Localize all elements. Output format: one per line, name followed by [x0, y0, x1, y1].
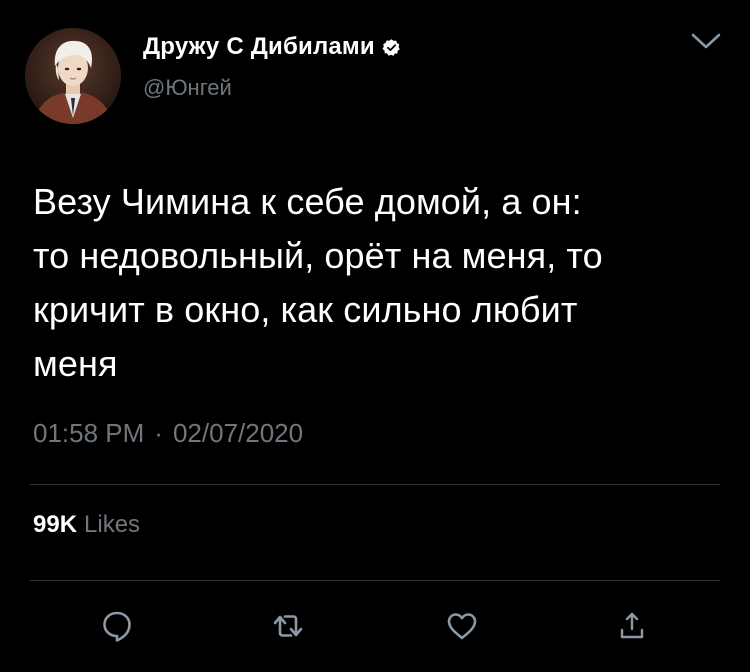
avatar-image	[25, 28, 121, 124]
tweet-time[interactable]: 01:58 PM	[33, 418, 144, 449]
likes-count[interactable]: 99K	[33, 511, 77, 539]
author-handle[interactable]: @Юнгей	[143, 75, 232, 101]
chevron-down-icon[interactable]	[690, 30, 722, 52]
tweet-card: Дружу С Дибилами @Юнгей Везу Чимина к се…	[0, 0, 750, 672]
timestamp-separator: ·	[154, 418, 163, 448]
reply-button[interactable]	[97, 604, 137, 648]
divider	[30, 484, 720, 485]
verified-badge-icon	[382, 38, 400, 56]
likes-stat[interactable]: 99K Likes	[33, 511, 140, 539]
author-name-row[interactable]: Дружу С Дибилами	[143, 33, 401, 61]
action-bar	[0, 604, 750, 650]
avatar[interactable]	[25, 28, 121, 124]
author-display-name[interactable]: Дружу С Дибилами	[143, 33, 375, 61]
retweet-button[interactable]	[268, 604, 308, 648]
retweet-icon	[273, 615, 303, 637]
share-icon	[620, 612, 644, 639]
likes-label[interactable]: Likes	[84, 511, 140, 539]
heart-icon	[447, 613, 477, 640]
like-button[interactable]	[442, 604, 482, 648]
reply-bubble-icon	[103, 611, 131, 642]
divider	[30, 580, 720, 581]
tweet-date[interactable]: 02/07/2020	[173, 418, 303, 449]
tweet-timestamp[interactable]: 01:58 PM · 02/07/2020	[33, 418, 303, 449]
tweet-text: Везу Чимина к себе домой, а он: то недов…	[33, 181, 603, 384]
share-button[interactable]	[612, 604, 652, 648]
